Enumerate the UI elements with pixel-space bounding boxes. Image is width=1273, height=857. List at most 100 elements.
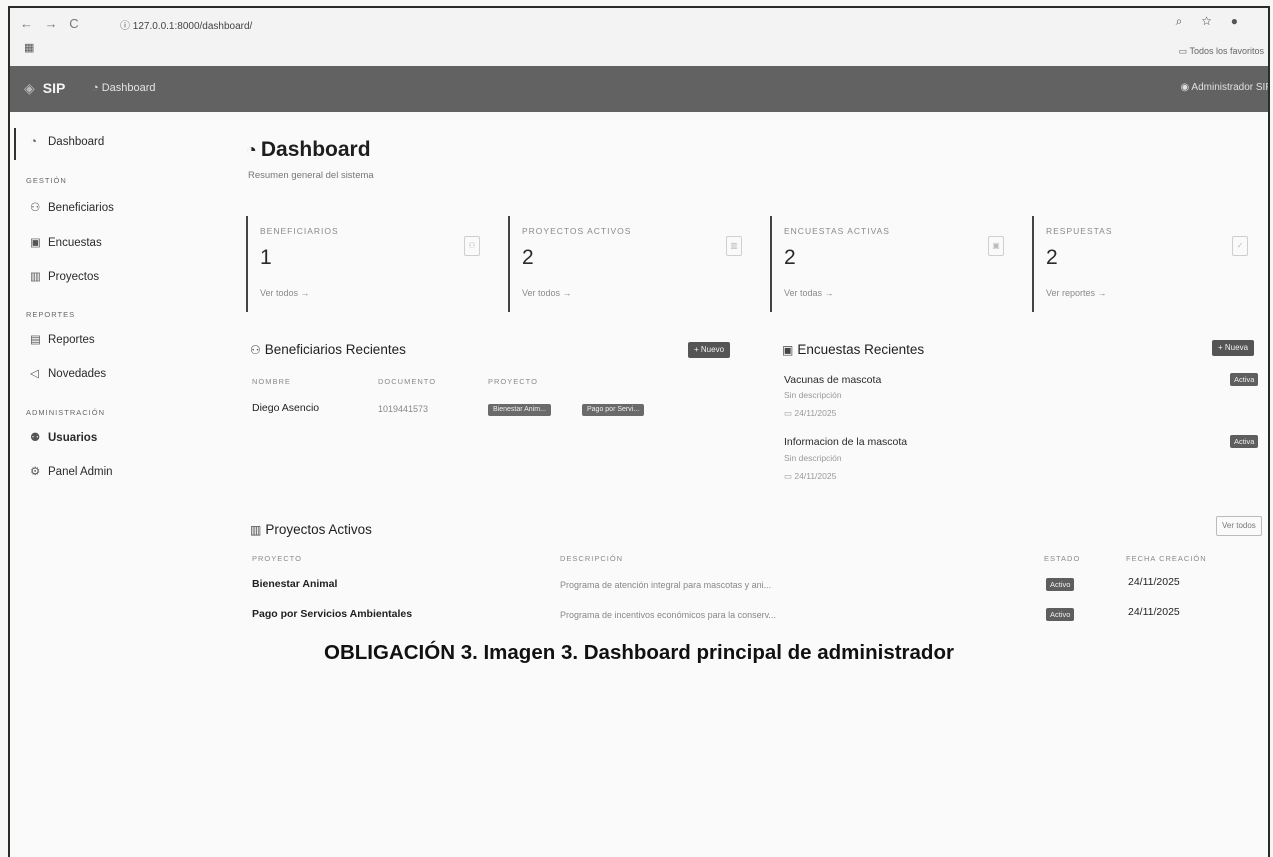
people-icon: ⚇ — [250, 343, 261, 357]
sidebar-item-label: Beneficiarios — [48, 202, 114, 214]
sidebar-section-administracion: ADMINISTRACIÓN — [26, 408, 106, 417]
browser-toolbar: ← → C ⓘ 127.0.0.1:8000/dashboard/ ▦ ⌕ ☆ … — [10, 8, 1268, 66]
section-title-text: Beneficiarios Recientes — [264, 342, 406, 357]
beneficiario-document: 1019441573 — [378, 404, 429, 414]
bookmarks-folder[interactable]: ▭ Todos los favoritos — [1179, 46, 1264, 57]
sidebar-item-label: Dashboard — [48, 136, 105, 148]
status-badge: Activa — [1230, 435, 1259, 448]
status-badge: Activo — [1046, 578, 1075, 591]
sidebar: ◔ Dashboard GESTIÓN ⚇ Beneficiarios ▣ Encue… — [10, 112, 216, 857]
sidebar-item-dashboard[interactable]: ◔ Dashboard — [30, 136, 104, 148]
stat-link[interactable]: Ver reportes → — [1046, 288, 1107, 298]
project-date: 24/11/2025 — [1128, 606, 1180, 618]
screenshot-frame: ← → C ⓘ 127.0.0.1:8000/dashboard/ ▦ ⌕ ☆ … — [8, 6, 1270, 857]
sidebar-item-label: Novedades — [48, 368, 107, 380]
project-description: Programa de atención integral para masco… — [560, 580, 772, 590]
sidebar-item-label: Proyectos — [48, 271, 100, 283]
people-icon: ⚇ — [30, 202, 41, 214]
page-title: ◔ Dashboard — [246, 138, 371, 162]
section-title-text: Proyectos Activos — [265, 522, 372, 537]
address-bar[interactable]: ⓘ 127.0.0.1:8000/dashboard/ — [120, 17, 252, 32]
sidebar-item-novedades[interactable]: ◁ Novedades — [30, 366, 106, 380]
encuestas-recientes-title: ▣ Encuestas Recientes — [782, 342, 924, 357]
proyectos-activos-title: ▥ Proyectos Activos — [250, 522, 372, 537]
beneficiario-name[interactable]: Diego Asencio — [252, 402, 319, 414]
column-header: NOMBRE — [252, 377, 291, 386]
brand-name: SIP — [42, 80, 66, 96]
stat-card-encuestas: ENCUESTAS ACTIVAS 2 Ver todas → ▣ — [770, 216, 1020, 312]
column-header: FECHA CREACIÓN — [1126, 554, 1207, 563]
column-header: DESCRIPCIÓN — [560, 554, 624, 563]
stat-link[interactable]: Ver todos → — [260, 288, 310, 298]
stat-label: BENEFICIARIOS — [260, 226, 339, 236]
stat-link[interactable]: Ver todas → — [784, 288, 834, 298]
survey-icon: ▣ — [988, 236, 1004, 256]
sidebar-item-reportes[interactable]: ▤ Reportes — [30, 332, 95, 346]
view-all-projects-button[interactable]: Ver todos — [1216, 516, 1262, 536]
navbar-breadcrumb[interactable]: ◔ Dashboard — [92, 82, 156, 94]
sidebar-item-beneficiarios[interactable]: ⚇ Beneficiarios — [30, 200, 114, 214]
survey-date: ▭ 24/11/2025 — [784, 408, 836, 419]
stat-link[interactable]: Ver todos → — [522, 288, 572, 298]
stat-value: 2 — [522, 246, 534, 269]
sidebar-section-reportes: REPORTES — [26, 310, 76, 319]
stat-value: 2 — [784, 246, 796, 269]
sidebar-item-label: Encuestas — [48, 237, 102, 249]
kanban-icon: ▥ — [250, 523, 262, 537]
people-icon: ⚇ — [464, 236, 480, 256]
sidebar-item-encuestas[interactable]: ▣ Encuestas — [30, 235, 102, 249]
sidebar-item-proyectos[interactable]: ▥ Proyectos — [30, 269, 99, 283]
sidebar-item-label: Usuarios — [48, 432, 98, 444]
sidebar-item-usuarios[interactable]: ⚉ Usuarios — [30, 430, 97, 444]
add-encuesta-button[interactable]: + Nueva — [1212, 340, 1255, 356]
app-navbar: ◈ SIP ◔ Dashboard ◉ Administrador SIP — [10, 66, 1268, 112]
url-text[interactable]: 127.0.0.1:8000/dashboard/ — [133, 21, 253, 32]
browser-action-icons[interactable]: ⌕ ☆ ● — [1176, 14, 1246, 29]
breadcrumb-label: Dashboard — [101, 82, 156, 94]
project-name[interactable]: Pago por Servicios Ambientales — [252, 608, 412, 620]
browser-nav-icons[interactable]: ← → C — [20, 16, 83, 31]
sidebar-item-label: Panel Admin — [48, 466, 113, 478]
stat-label: PROYECTOS ACTIVOS — [522, 226, 632, 236]
column-header: PROYECTO — [488, 377, 538, 386]
gear-icon: ⚙ — [30, 466, 41, 478]
add-beneficiario-button[interactable]: + Nuevo — [688, 342, 731, 358]
stat-card-beneficiarios: BENEFICIARIOS 1 Ver todos → ⚇ — [246, 216, 496, 312]
stat-label: ENCUESTAS ACTIVAS — [784, 226, 890, 236]
stat-label: RESPUESTAS — [1046, 226, 1113, 236]
survey-title[interactable]: Vacunas de mascota — [784, 374, 881, 386]
column-header: PROYECTO — [252, 554, 302, 563]
apps-grid-icon[interactable]: ▦ — [24, 41, 34, 54]
project-name[interactable]: Bienestar Animal — [252, 578, 337, 590]
page-subtitle: Resumen general del sistema — [248, 170, 374, 181]
figure-caption: OBLIGACIÓN 3. Imagen 3. Dashboard princi… — [324, 641, 954, 664]
section-title-text: Encuestas Recientes — [797, 342, 925, 357]
kanban-icon: ▥ — [30, 271, 41, 283]
dashboard-icon: ◔ — [30, 136, 37, 148]
survey-description: Sin descripción — [784, 453, 842, 463]
project-tag: Bienestar Anim... — [488, 404, 551, 416]
stat-card-respuestas: RESPUESTAS 2 Ver reportes → ✓ — [1032, 216, 1264, 312]
user-name: Administrador SIP — [1191, 82, 1270, 93]
brand-icon: ◈ — [24, 80, 35, 96]
main-content: ◔ Dashboard Resumen general del sistema B… — [216, 112, 1268, 857]
kanban-icon: ▥ — [726, 236, 742, 256]
stat-card-proyectos: PROYECTOS ACTIVOS 2 Ver todos → ▥ — [508, 216, 758, 312]
survey-description: Sin descripción — [784, 390, 842, 400]
survey-icon: ▣ — [30, 237, 41, 249]
survey-date-text: 24/11/2025 — [794, 408, 837, 418]
sidebar-section-gestion: GESTIÓN — [26, 176, 67, 185]
survey-date-text: 24/11/2025 — [794, 471, 837, 481]
bookmarks-folder-label: Todos los favoritos — [1189, 46, 1264, 56]
stat-value: 1 — [260, 246, 272, 269]
project-date: 24/11/2025 — [1128, 576, 1180, 588]
brand[interactable]: ◈ SIP — [24, 80, 65, 97]
calendar-icon: ▭ — [784, 471, 793, 481]
survey-icon: ▣ — [782, 343, 794, 357]
survey-title[interactable]: Informacion de la mascota — [784, 436, 907, 448]
sidebar-item-panel-admin[interactable]: ⚙ Panel Admin — [30, 464, 113, 478]
user-menu[interactable]: ◉ Administrador SIP — [1180, 82, 1270, 93]
status-badge: Activa — [1230, 373, 1259, 386]
users-icon: ⚉ — [30, 432, 41, 444]
page-title-text: Dashboard — [260, 138, 371, 161]
